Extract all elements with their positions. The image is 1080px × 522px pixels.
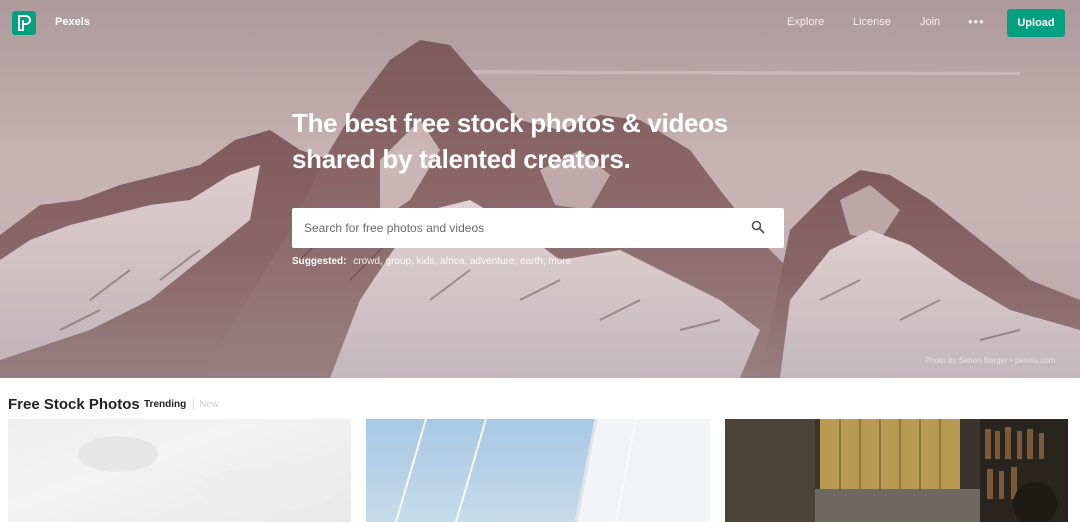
suggested-tag[interactable]: earth — [520, 256, 543, 267]
hero-headline: The best free stock photos & videos shar… — [292, 105, 792, 177]
pexels-logo[interactable] — [12, 11, 36, 35]
photo-image — [78, 436, 338, 511]
pexels-logo-icon — [18, 15, 31, 31]
search-input[interactable] — [292, 208, 732, 248]
photo-card[interactable] — [366, 419, 710, 522]
suggested-tag[interactable]: kids — [417, 256, 435, 267]
nav-join[interactable]: Join — [920, 16, 940, 28]
tab-new[interactable]: New — [199, 399, 219, 410]
suggested-label: Suggested: — [292, 256, 347, 267]
tab-trending[interactable]: Trending — [144, 399, 186, 410]
photo-image — [395, 419, 710, 522]
hero-headline-line1: The best free stock photos & videos — [292, 108, 728, 138]
more-menu-icon[interactable]: ••• — [968, 14, 985, 29]
suggested-tag[interactable]: crowd — [353, 256, 380, 267]
hero-banner — [0, 0, 1080, 378]
upload-button[interactable]: Upload — [1007, 9, 1065, 37]
section-title: Free Stock Photos — [8, 396, 140, 413]
search-bar — [292, 208, 784, 248]
hero-overlay — [0, 0, 1080, 378]
photo-card[interactable] — [8, 419, 351, 522]
search-icon[interactable] — [751, 220, 765, 234]
suggested-tag[interactable]: group — [385, 256, 411, 267]
photo-card[interactable] — [725, 419, 1068, 522]
photo-image — [725, 419, 1068, 522]
tab-separator: | — [192, 399, 195, 410]
nav-explore[interactable]: Explore — [787, 16, 824, 28]
suggested-tag[interactable]: africa — [440, 256, 464, 267]
hero-headline-line2: shared by talented creators. — [292, 144, 631, 174]
top-nav: Pexels Explore License Join ••• Upload — [0, 0, 1080, 46]
photo-credit[interactable]: Photo by Simon Berger • pexels.com — [925, 356, 1055, 365]
brand-name[interactable]: Pexels — [55, 16, 90, 28]
nav-license[interactable]: License — [853, 16, 891, 28]
suggested-more-link[interactable]: more — [548, 256, 571, 267]
suggested-searches: Suggested: crowd, group, kids, africa, a… — [292, 256, 572, 267]
suggested-tag[interactable]: adventure — [470, 256, 514, 267]
